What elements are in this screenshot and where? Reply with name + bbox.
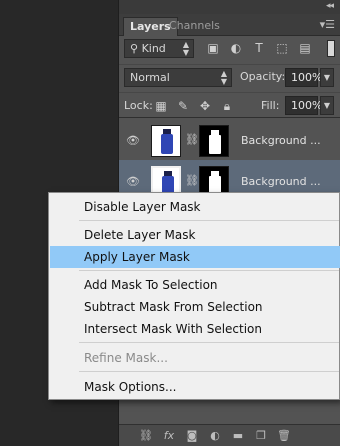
shape-filter-icon[interactable]: ⬚ [274, 40, 290, 56]
layer-name[interactable]: Background ... [241, 134, 321, 147]
menu-separator [79, 270, 339, 271]
tab-channels[interactable]: Channels [163, 17, 226, 36]
image-filter-icon[interactable]: ▣ [205, 40, 221, 56]
filter-kind-select[interactable]: ⚲ Kind ▲ ▼ [124, 39, 194, 58]
lock-label: Lock: [124, 99, 153, 112]
blend-mode-value: Normal [130, 71, 170, 84]
layer-mask-thumbnail[interactable] [199, 125, 229, 157]
opacity-slider-button[interactable]: ▼ [320, 68, 334, 87]
chevron-updown-icon: ▲ ▼ [182, 40, 189, 57]
menu-item-apply-layer-mask[interactable]: Apply Layer Mask [50, 246, 340, 268]
opacity-input[interactable]: 100% [285, 68, 322, 87]
fill-input[interactable]: 100% [285, 96, 322, 115]
filter-toggle-switch[interactable] [327, 40, 335, 57]
blend-mode-select[interactable]: Normal ▲ ▼ [124, 68, 232, 87]
fill-label: Fill: [261, 99, 280, 112]
add-mask-icon[interactable]: ◙ [185, 428, 199, 442]
layer-name[interactable]: Background ... [241, 175, 321, 188]
menu-item-add-mask-to-selection[interactable]: Add Mask To Selection [50, 274, 340, 296]
smart-object-filter-icon[interactable]: ▤ [297, 40, 313, 56]
fx-icon[interactable]: fx [162, 428, 176, 442]
fill-slider-button[interactable]: ▼ [320, 96, 334, 115]
link-chain-icon[interactable]: ⛓︎ [185, 133, 199, 146]
lock-all-icon[interactable]: 🔒︎ [219, 98, 235, 114]
panel-bottom-bar: ⛓︎ fx ◙ ◐ ▬ ❐ 🗑︎ [119, 424, 340, 446]
eye-icon[interactable]: 👁︎ [126, 134, 140, 147]
new-layer-icon[interactable]: ❐ [254, 428, 268, 442]
adjustment-filter-icon[interactable]: ◐ [228, 40, 244, 56]
lock-image-pixels-icon[interactable]: ✎ [175, 98, 191, 114]
menu-item-subtract-mask-from-selection[interactable]: Subtract Mask From Selection [50, 296, 340, 318]
menu-item-refine-mask: Refine Mask... [84, 351, 168, 365]
panel-collapse-bar[interactable]: ◂◂ [119, 0, 340, 14]
panel-menu-icon[interactable]: ▾☰ [320, 18, 335, 31]
menu-item-mask-options[interactable]: Mask Options... [50, 376, 340, 398]
menu-item-disable-layer-mask[interactable]: Disable Layer Mask [50, 196, 340, 218]
menu-separator [79, 342, 339, 343]
menu-separator [79, 220, 339, 221]
search-icon: ⚲ [130, 42, 142, 55]
link-chain-icon[interactable]: ⛓︎ [185, 174, 199, 187]
adjustment-layer-icon[interactable]: ◐ [208, 428, 222, 442]
layer-thumbnail[interactable] [151, 125, 181, 157]
filter-kind-label: Kind [141, 42, 166, 55]
lock-position-icon[interactable]: ✥ [197, 98, 213, 114]
menu-item-intersect-mask-with-selection[interactable]: Intersect Mask With Selection [50, 318, 340, 340]
panel-tabs: Layers Channels ▾☰ [119, 14, 340, 36]
menu-item-delete-layer-mask[interactable]: Delete Layer Mask [50, 224, 340, 246]
lock-transparent-pixels-icon[interactable]: ▦ [153, 98, 169, 114]
lock-row: Lock: ▦ ✎ ✥ 🔒︎ Fill: 100% ▼ [119, 92, 340, 118]
trash-icon[interactable]: 🗑︎ [277, 428, 291, 442]
layer-filter-row: ⚲ Kind ▲ ▼ ▣ ◐ T ⬚ ▤ [119, 36, 340, 62]
double-chevron-left-icon[interactable]: ◂◂ [326, 1, 334, 11]
opacity-label: Opacity: [240, 70, 286, 83]
link-layers-icon[interactable]: ⛓︎ [139, 428, 153, 442]
eye-icon[interactable]: 👁︎ [126, 175, 140, 188]
layer-row[interactable]: 👁︎ ⛓︎ Background ... [119, 119, 340, 163]
blend-row: Normal ▲ ▼ Opacity: 100% ▼ [119, 64, 340, 90]
new-group-icon[interactable]: ▬ [231, 428, 245, 442]
type-filter-icon[interactable]: T [251, 40, 267, 56]
chevron-updown-icon: ▲ ▼ [220, 69, 227, 86]
layer-mask-context-menu: Disable Layer Mask Delete Layer Mask App… [48, 192, 340, 400]
menu-separator [79, 371, 339, 372]
